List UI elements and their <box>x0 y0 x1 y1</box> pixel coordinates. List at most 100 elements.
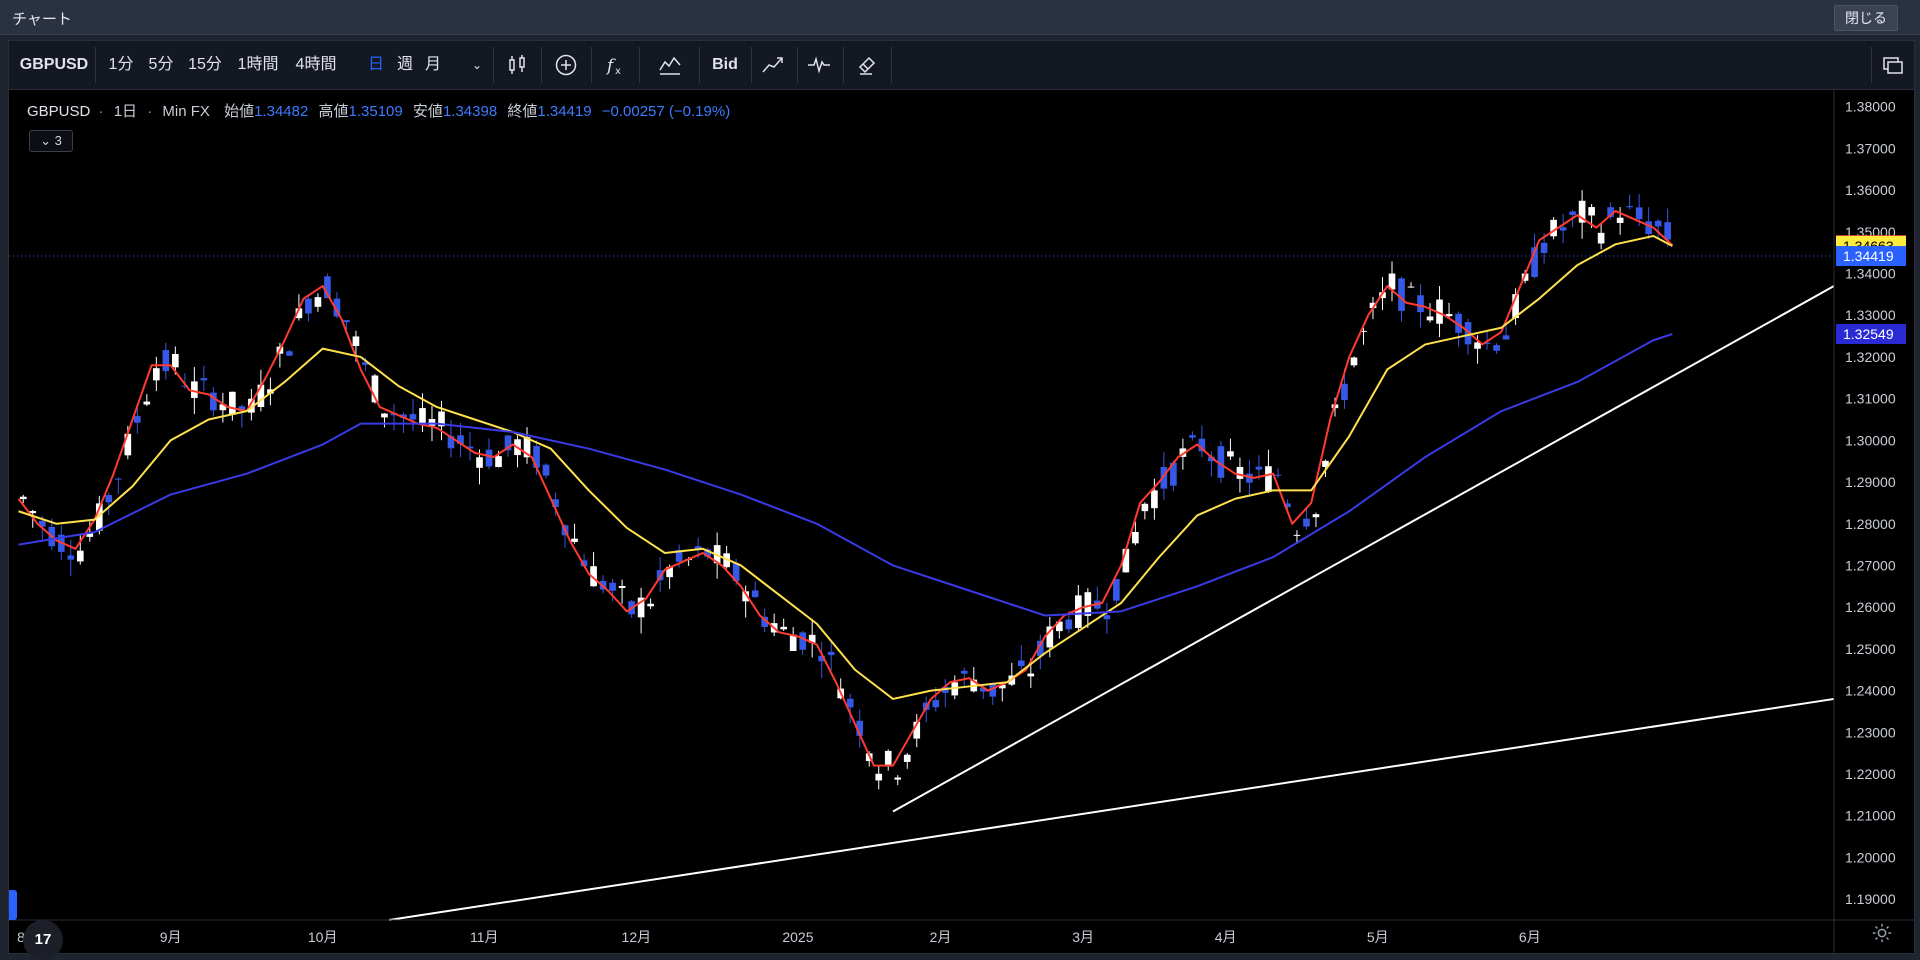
legend-dot: · <box>147 103 153 120</box>
candlestick-icon[interactable] <box>505 53 529 77</box>
interval-1m[interactable]: 1分 <box>103 41 139 89</box>
window-titlebar: チャート 閉じる <box>0 0 1920 35</box>
interval-5m[interactable]: 5分 <box>143 41 179 89</box>
candle-body <box>1398 278 1405 311</box>
legend-high-value: 1.35109 <box>348 103 403 120</box>
toolbar-divider <box>797 47 798 83</box>
time-tick-label: 2025 <box>782 929 813 945</box>
close-button[interactable]: 閉じる <box>1834 5 1898 31</box>
legend-high-label: 高値 <box>318 103 349 120</box>
candle-body <box>1141 503 1149 512</box>
price-tick-label: 1.23000 <box>1845 724 1896 740</box>
interval-1h[interactable]: 1時間 <box>231 41 285 89</box>
candle-body <box>894 777 902 780</box>
candle-body <box>780 626 788 630</box>
legend-change: −0.00257 (−0.19%) <box>601 103 731 120</box>
interval-week[interactable]: 週 <box>393 41 417 89</box>
legend-symbol: GBPUSD <box>27 103 91 120</box>
price-tick-label: 1.34000 <box>1845 266 1896 282</box>
chart-legend: GBPUSD · 1日 · Min FX 始値1.34482 高値1.35109… <box>27 100 730 121</box>
price-tick-label: 1.21000 <box>1845 808 1896 824</box>
candle-body <box>200 378 208 381</box>
candle-body <box>1303 518 1310 527</box>
eraser-brush-icon[interactable] <box>855 53 879 77</box>
layout-windows-icon[interactable] <box>1881 53 1905 77</box>
toolbar-divider <box>493 47 494 83</box>
interval-4h[interactable]: 4時間 <box>289 41 343 89</box>
bid-button[interactable]: Bid <box>705 41 745 89</box>
legend-close-value: 1.34419 <box>537 103 592 120</box>
candle-body <box>1493 345 1500 351</box>
candle-body <box>1635 207 1643 220</box>
indicators-fx-icon[interactable]: fx <box>603 53 627 77</box>
candle-body <box>875 773 883 781</box>
candle-body <box>343 320 350 323</box>
toolbar-divider <box>843 47 844 83</box>
indicator-collapse-button[interactable]: ⌄ 3 <box>29 130 73 152</box>
trend-line-icon[interactable] <box>761 53 785 77</box>
legend-interval: 1日 <box>113 103 138 120</box>
candle-body <box>1151 490 1158 509</box>
price-badge-label: 1.34419 <box>1843 248 1894 264</box>
add-comparison-icon[interactable] <box>554 53 578 77</box>
alert-pulse-icon[interactable] <box>807 53 831 77</box>
candle-body <box>286 351 293 356</box>
price-tick-label: 1.19000 <box>1845 891 1896 907</box>
price-badge: 1.34419 <box>1836 246 1906 267</box>
interval-month[interactable]: 月 <box>421 41 445 89</box>
toolbar-divider <box>541 47 542 83</box>
price-tick-label: 1.22000 <box>1845 766 1896 782</box>
side-panel-toggle[interactable] <box>9 890 17 920</box>
settings-gear-icon[interactable] <box>1871 922 1893 944</box>
chart-canvas[interactable]: 1.380001.370001.360001.350001.340001.330… <box>9 90 1914 953</box>
candle-body <box>428 418 436 426</box>
window-title: チャート <box>12 11 72 28</box>
interval-15m[interactable]: 15分 <box>183 41 227 89</box>
interval-chevron-down-icon[interactable]: ⌄ <box>467 41 487 89</box>
chart-toolbar: GBPUSD 1分 5分 15分 1時間 4時間 日 週 月 ⌄ fx Bid <box>9 41 1914 90</box>
time-tick-label: 4月 <box>1215 929 1237 945</box>
candle-body <box>1312 514 1320 518</box>
candle-body <box>884 750 892 765</box>
candle-body <box>1616 217 1624 223</box>
candle-body <box>1227 451 1234 457</box>
price-tick-label: 1.31000 <box>1845 391 1896 407</box>
candle-body <box>1569 211 1576 215</box>
candle-body <box>1341 383 1348 401</box>
toolbar-divider <box>699 47 700 83</box>
price-chart[interactable]: 1.38000 1.37000 1.36000 1.35000 1.34000 1.330… <box>9 90 1914 960</box>
candle-body <box>1265 466 1272 492</box>
candle-body <box>1027 673 1035 677</box>
candle-body <box>1065 619 1073 630</box>
symbol-selector[interactable]: GBPUSD <box>19 41 89 89</box>
price-tick-label: 1.24000 <box>1845 683 1896 699</box>
candle-body <box>1274 474 1282 476</box>
candle-body <box>1426 316 1434 321</box>
price-tick-label: 1.27000 <box>1845 557 1896 573</box>
candle-body <box>153 368 160 381</box>
time-tick-label: 6月 <box>1519 929 1541 945</box>
time-tick-label: 10月 <box>308 929 338 945</box>
chevron-down-icon: ⌄ <box>40 133 52 148</box>
candle-body <box>647 603 654 607</box>
templates-icon[interactable] <box>658 53 682 77</box>
candle-body <box>1293 534 1301 536</box>
toolbar-divider <box>891 47 892 83</box>
candle-body <box>305 298 312 314</box>
candle-body <box>618 585 626 589</box>
toolbar-divider <box>751 47 752 83</box>
candle-body <box>751 590 759 598</box>
candle-body <box>1588 207 1595 216</box>
candle-body <box>495 456 502 468</box>
candle-body <box>105 495 113 503</box>
legend-low-label: 安値 <box>412 103 443 120</box>
candle-body <box>19 496 27 500</box>
candle-body <box>352 336 360 347</box>
candle-body <box>67 555 75 560</box>
candle-body <box>903 754 911 762</box>
candle-body <box>571 538 578 542</box>
legend-close-label: 終値 <box>507 103 538 120</box>
price-tick-label: 1.30000 <box>1845 432 1896 448</box>
time-tick-label: 11月 <box>470 929 499 945</box>
interval-day[interactable]: 日 <box>364 41 388 89</box>
